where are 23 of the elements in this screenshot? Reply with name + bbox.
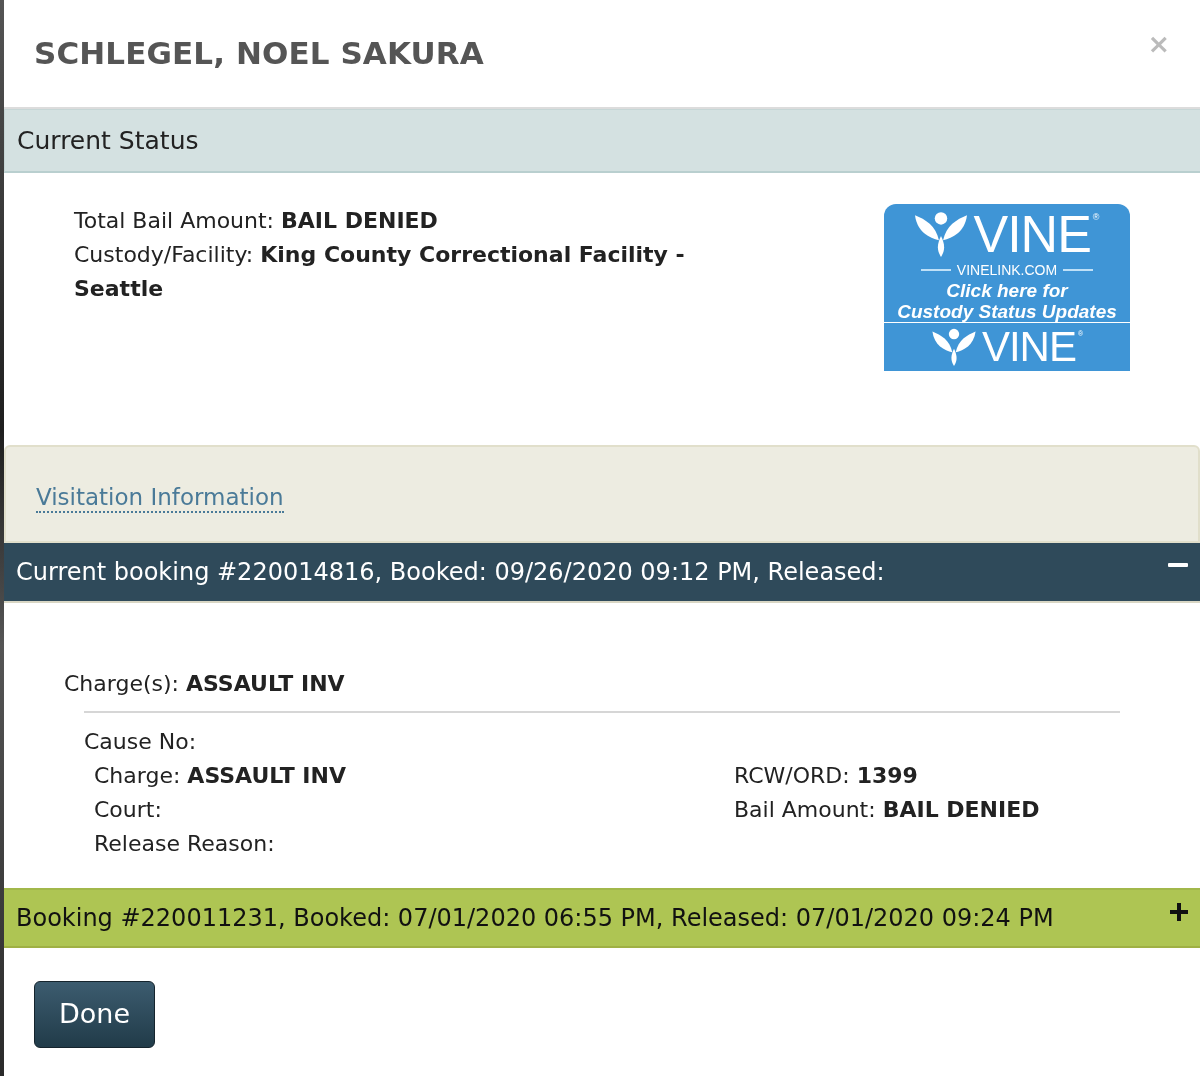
booking-header[interactable]: Booking #220011231, Booked: 07/01/2020 06:55 PM, Released: 07/01/2020 09:24 PM [4,888,1200,948]
minus-icon [1168,563,1188,567]
banner-caption: Click here for Custody Status Updates [897,280,1117,322]
modal-title: SCHLEGEL, NOEL SAKURA [34,34,484,73]
status-field: Total Bail Amount: BAIL DENIED [74,204,694,238]
status-field: Custody/Facility: King County Correctional Facility - Seattle [74,238,694,306]
charges-text: Charge(s): ASSAULT INV [64,670,346,698]
sprout-icon [915,211,968,257]
visitation-link[interactable]: Visitation Information [36,482,284,514]
detail-text: Bail Amount: BAIL DENIED [734,796,1041,824]
detail-text: Release Reason: [94,830,276,858]
banner-brand: VINE$^{®}$ [973,208,1099,260]
section-header: Current Status [4,109,1200,173]
cause-text: Cause No: [84,728,198,756]
sprout-icon [931,328,976,366]
plus-icon [1170,903,1188,921]
booking-header[interactable]: Current booking #220014816, Booked: 09/26/2020 09:12 PM, Released: [4,543,1200,603]
done-button[interactable]: Done [34,981,155,1048]
banner-brand: VINE$^{®}$ [981,326,1083,368]
detail-text: RCW/ORD: 1399 [734,762,919,790]
detail-text: Court: [94,796,163,824]
banner-site: VINELINK.COM [956,262,1058,278]
detail-text: Charge: ASSAULT INV [94,762,347,790]
